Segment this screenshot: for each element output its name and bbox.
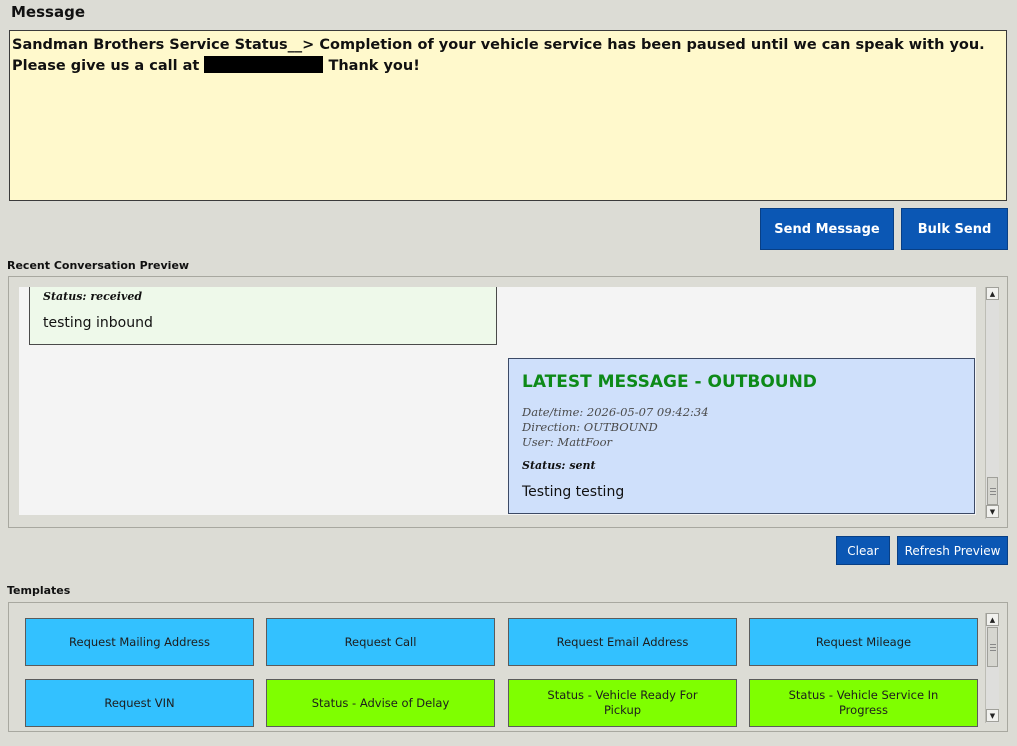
templates-scrollbar[interactable]: ▲ ▼ xyxy=(985,613,999,723)
message-label: Message xyxy=(11,3,85,21)
template-status-service-in-progress[interactable]: Status - Vehicle Service In Progress xyxy=(749,679,978,727)
template-status-advise-delay[interactable]: Status - Advise of Delay xyxy=(266,679,495,727)
scroll-thumb[interactable] xyxy=(987,627,998,667)
inbound-message-card: Status: received testing inbound xyxy=(29,287,497,345)
message-text-before: Sandman Brothers Service Status__> Compl… xyxy=(12,37,985,74)
scroll-up-icon[interactable]: ▲ xyxy=(986,613,999,626)
outbound-message-card: LATEST MESSAGE - OUTBOUND Date/time: 202… xyxy=(508,358,975,514)
outbound-datetime: Date/time: 2026-05-07 09:42:34 xyxy=(522,405,709,419)
templates-label: Templates xyxy=(7,584,71,597)
redacted-phone xyxy=(204,56,324,73)
refresh-preview-button[interactable]: Refresh Preview xyxy=(897,536,1008,565)
template-request-call[interactable]: Request Call xyxy=(266,618,495,666)
inbound-body: testing inbound xyxy=(43,315,153,331)
conversation-preview-label: Recent Conversation Preview xyxy=(7,259,190,272)
conversation-preview-content[interactable]: Status: received testing inbound LATEST … xyxy=(19,287,976,515)
scroll-down-icon[interactable]: ▼ xyxy=(986,709,999,722)
outbound-status: Status: sent xyxy=(522,459,596,472)
preview-scrollbar[interactable]: ▲ ▼ xyxy=(985,287,999,519)
template-request-mileage[interactable]: Request Mileage xyxy=(749,618,978,666)
send-message-button[interactable]: Send Message xyxy=(760,208,894,250)
message-textarea[interactable]: Sandman Brothers Service Status__> Compl… xyxy=(9,30,1007,201)
outbound-body: Testing testing xyxy=(522,484,625,500)
conversation-preview-panel: Status: received testing inbound LATEST … xyxy=(8,276,1008,528)
clear-button[interactable]: Clear xyxy=(836,536,890,565)
scroll-up-icon[interactable]: ▲ xyxy=(986,287,999,300)
template-request-email-address[interactable]: Request Email Address xyxy=(508,618,737,666)
outbound-direction: Direction: OUTBOUND xyxy=(522,420,658,434)
template-status-ready-pickup[interactable]: Status - Vehicle Ready For Pickup xyxy=(508,679,737,727)
templates-panel: Request Mailing Address Request Call Req… xyxy=(8,602,1008,732)
bulk-send-button[interactable]: Bulk Send xyxy=(901,208,1008,250)
outbound-heading: LATEST MESSAGE - OUTBOUND xyxy=(522,372,817,392)
inbound-status: Status: received xyxy=(43,290,143,303)
message-text-after: Thank you! xyxy=(328,58,420,74)
scroll-thumb[interactable] xyxy=(987,477,998,505)
outbound-user: User: MattFoor xyxy=(522,435,612,449)
template-request-mailing-address[interactable]: Request Mailing Address xyxy=(25,618,254,666)
template-request-vin[interactable]: Request VIN xyxy=(25,679,254,727)
scroll-down-icon[interactable]: ▼ xyxy=(986,505,999,518)
